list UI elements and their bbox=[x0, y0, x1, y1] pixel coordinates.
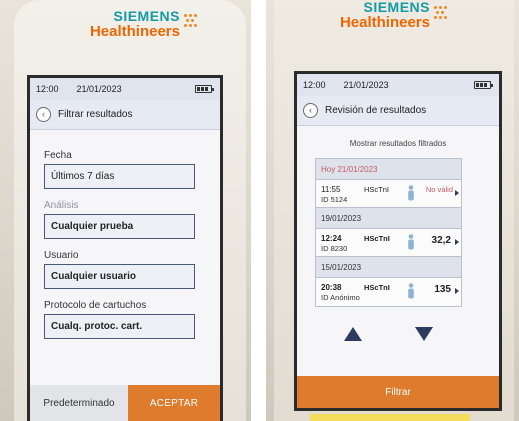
result-time: 20:38 bbox=[321, 283, 342, 292]
chevron-right-icon bbox=[455, 239, 459, 245]
result-row[interactable]: 20:38 ID Anónimo HScTnI 135 bbox=[316, 278, 461, 306]
status-time: 12:00 bbox=[36, 84, 59, 94]
result-patient-id: ID 8230 bbox=[321, 244, 348, 253]
page-title: Revisión de resultados bbox=[325, 105, 427, 116]
field-label-user: Usuario bbox=[44, 250, 79, 261]
results-list: Hoy 21/01/2023 11:55 ID 5124 HScTnI No v… bbox=[315, 158, 462, 307]
brand-name: SIEMENS bbox=[363, 0, 430, 15]
right-device-photo: SIEMENS Healthineers 12:00 21/01/2023 ‹ … bbox=[266, 0, 519, 421]
title-bar: ‹ Revisión de resultados bbox=[297, 96, 499, 126]
status-bar: 12:00 21/01/2023 bbox=[30, 78, 220, 100]
status-bar: 12:00 21/01/2023 bbox=[297, 74, 499, 96]
person-icon bbox=[407, 234, 415, 255]
result-value: 32,2 bbox=[431, 235, 451, 246]
accept-button[interactable]: ACEPTAR bbox=[128, 385, 220, 421]
field-label-cartridge-protocol: Protocolo de cartuchos bbox=[44, 300, 147, 311]
person-icon bbox=[407, 283, 415, 304]
result-test-name: HScTnI bbox=[364, 283, 390, 292]
cartridge-protocol-filter-select[interactable]: Cualq. protoc. cart. bbox=[44, 314, 195, 339]
field-label-analysis: Análisis bbox=[44, 200, 79, 211]
status-date: 21/01/2023 bbox=[76, 84, 122, 94]
brand-subname: Healthineers bbox=[339, 14, 430, 31]
analysis-filter-select[interactable]: Cualquier prueba bbox=[44, 214, 195, 239]
left-device-photo: SIEMENS Healthineers 12:00 21/01/2023 ‹ … bbox=[0, 0, 251, 421]
result-time: 11:55 bbox=[321, 185, 341, 194]
results-subtitle: Mostrar resultados filtrados bbox=[349, 139, 447, 148]
title-bar: ‹ Filtrar resultados bbox=[30, 100, 220, 130]
yellow-label-strip bbox=[310, 414, 470, 421]
result-value: 135 bbox=[434, 284, 451, 295]
status-time: 12:00 bbox=[303, 80, 326, 90]
action-bar: Predeterminado ACEPTAR bbox=[30, 385, 220, 421]
device-screen-filter: 12:00 21/01/2023 ‹ Filtrar resultados Fe… bbox=[27, 75, 223, 421]
chevron-left-icon: ‹ bbox=[309, 105, 312, 115]
battery-icon bbox=[195, 85, 214, 93]
back-button[interactable]: ‹ bbox=[303, 103, 318, 118]
user-filter-select[interactable]: Cualquier usuario bbox=[44, 264, 195, 289]
page-title: Filtrar resultados bbox=[58, 109, 133, 120]
chevron-right-icon bbox=[455, 288, 459, 294]
date-filter-select[interactable]: Últimos 7 días bbox=[44, 164, 195, 189]
person-icon bbox=[407, 185, 415, 206]
status-date: 21/01/2023 bbox=[343, 80, 389, 90]
chevron-right-icon bbox=[455, 190, 459, 196]
chevron-left-icon: ‹ bbox=[42, 109, 45, 119]
filter-button[interactable]: Filtrar bbox=[297, 376, 499, 408]
device-screen-results: 12:00 21/01/2023 ‹ Revisión de resultado… bbox=[294, 71, 502, 411]
result-time: 12:24 bbox=[321, 234, 342, 243]
brand-subname: Healthineers bbox=[89, 23, 180, 40]
result-row[interactable]: 11:55 ID 5124 HScTnI No válid bbox=[316, 180, 461, 208]
date-group-header: 19/01/2023 bbox=[316, 208, 461, 229]
scroll-up-arrow-icon[interactable] bbox=[344, 327, 362, 341]
result-test-name: HScTnI bbox=[364, 234, 390, 243]
date-group-header: 15/01/2023 bbox=[316, 257, 461, 278]
battery-icon bbox=[474, 81, 493, 89]
device-photos: SIEMENS Healthineers 12:00 21/01/2023 ‹ … bbox=[0, 0, 519, 421]
back-button[interactable]: ‹ bbox=[36, 107, 51, 122]
brand-logo: SIEMENS Healthineers bbox=[70, 9, 180, 39]
date-group-header: Hoy 21/01/2023 bbox=[316, 159, 461, 180]
field-label-date: Fecha bbox=[44, 150, 72, 161]
brand-logo: SIEMENS Healthineers bbox=[320, 0, 430, 30]
default-button[interactable]: Predeterminado bbox=[30, 385, 128, 421]
brand-name: SIEMENS bbox=[113, 8, 180, 24]
result-row[interactable]: 12:24 ID 8230 HScTnI 32,2 bbox=[316, 229, 461, 257]
result-test-name: HScTnI bbox=[364, 185, 390, 194]
scroll-down-arrow-icon[interactable] bbox=[415, 327, 433, 341]
result-patient-id: ID 5124 bbox=[321, 195, 348, 204]
result-value: No válid bbox=[425, 185, 453, 194]
result-patient-id: ID Anónimo bbox=[321, 293, 360, 302]
